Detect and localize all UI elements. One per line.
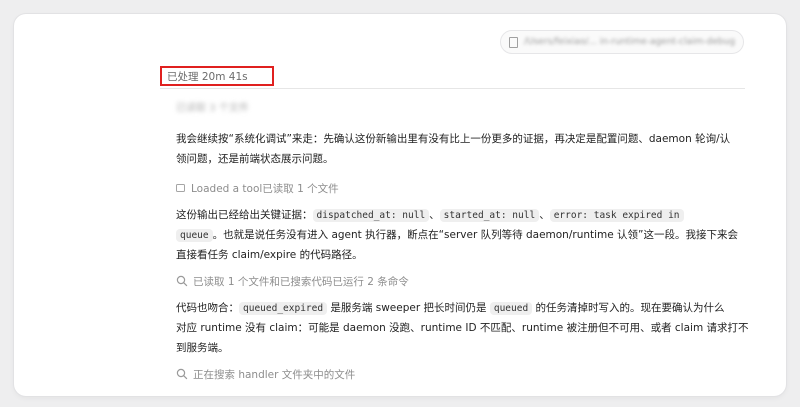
activity-item-searching[interactable]: 正在搜索 handler 文件夹中的文件 xyxy=(176,366,355,382)
message-line: 对应 runtime 没有 claim：可能是 daemon 没跑、runtim… xyxy=(176,318,756,338)
activity-item-read-search[interactable]: 已读取 1 个文件和已搜索代码已运行 2 条命令 xyxy=(176,273,409,289)
message-text: 直接看任务 claim/expire 的代码路径。 xyxy=(176,249,363,261)
search-icon xyxy=(176,368,188,380)
inline-code: dispatched_at: null xyxy=(312,209,430,222)
divider xyxy=(160,88,745,89)
message-text: 代码也吻合： xyxy=(176,302,239,314)
assistant-message-2: 这份输出已经给出关键证据： dispatched_at: null、 started… xyxy=(176,205,756,265)
activity-text: Loaded a tool已读取 1 个文件 xyxy=(191,182,339,195)
message-text: 对应 runtime 没有 claim：可能是 daemon 没跑、runtim… xyxy=(176,322,749,334)
message-line: 代码也吻合： queued_expired 是服务端 sweeper 把长时间仍是… xyxy=(176,298,756,318)
blurred-summary: 已读取 3 个文件 xyxy=(176,103,249,114)
message-text: 到服务端。 xyxy=(176,342,229,354)
message-text: 的任务清掉时写入的。现在要确认为什么 xyxy=(532,302,725,314)
inline-code: queue xyxy=(176,229,213,242)
message-line: 我会继续按“系统化调试”来走：先确认这份新输出里有没有比上一份更多的证据，再决定… xyxy=(176,129,756,149)
message-line: queue 。也就是说任务没有进入 agent 执行器，断点在“server 队列… xyxy=(176,225,756,245)
activity-text: 正在搜索 handler 文件夹中的文件 xyxy=(193,368,356,381)
message-text: 领问题，还是前端状态展示问题。 xyxy=(176,153,334,165)
inline-code: queued_expired xyxy=(239,302,328,315)
message-line: 领问题，还是前端状态展示问题。 xyxy=(176,149,756,169)
message-text: 是服务端 sweeper 把长时间仍是 xyxy=(327,302,490,314)
assistant-message-3: 代码也吻合： queued_expired 是服务端 sweeper 把长时间仍是… xyxy=(176,298,756,358)
path-pill[interactable]: /Users/feixiao/... in-runtime-agent-clai… xyxy=(500,30,744,54)
activity-item-loaded-tool[interactable]: Loaded a tool已读取 1 个文件 xyxy=(176,180,339,196)
processing-status-label: 已处理 20m 41s xyxy=(167,70,248,83)
message-text: 、 xyxy=(429,209,440,221)
activity-text: 已读取 1 个文件和已搜索代码已运行 2 条命令 xyxy=(193,275,409,288)
document-icon xyxy=(509,36,518,48)
inline-code: started_at: null xyxy=(439,209,540,222)
message-text: 这份输出已经给出关键证据： xyxy=(176,209,313,221)
message-line: 这份输出已经给出关键证据： dispatched_at: null、 started… xyxy=(176,205,756,225)
assistant-message-1: 我会继续按“系统化调试”来走：先确认这份新输出里有没有比上一份更多的证据，再决定… xyxy=(176,129,756,169)
search-icon xyxy=(176,275,188,287)
image-icon xyxy=(176,184,185,192)
chat-panel: /Users/feixiao/... in-runtime-agent-clai… xyxy=(14,14,786,396)
path-pill-text: /Users/feixiao/... in-runtime-agent-clai… xyxy=(524,37,735,47)
inline-code: error: task expired in xyxy=(549,209,684,222)
message-text: 我会继续按“系统化调试”来走：先确认这份新输出里有没有比上一份更多的证据，再决定… xyxy=(176,133,731,145)
message-line: 直接看任务 claim/expire 的代码路径。 xyxy=(176,245,756,265)
inline-code: queued xyxy=(489,302,533,315)
message-text: 、 xyxy=(539,209,550,221)
message-line: 到服务端。 xyxy=(176,338,756,358)
processing-status[interactable]: 已处理 20m 41s xyxy=(160,66,274,86)
message-text: 。也就是说任务没有进入 agent 执行器，断点在“server 队列等待 da… xyxy=(212,229,738,241)
